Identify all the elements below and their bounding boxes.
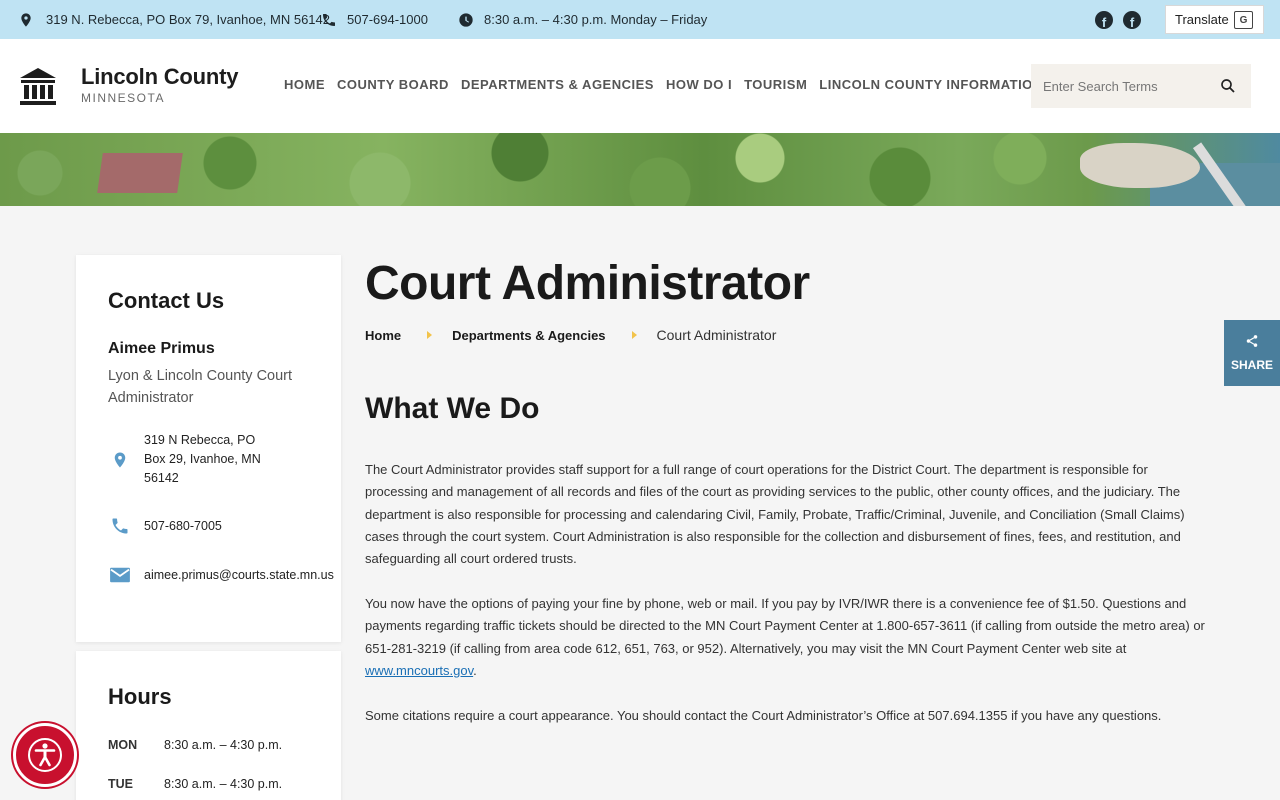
site-logo-subtitle: MINNESOTA: [81, 91, 165, 105]
topbar-address: 319 N. Rebecca, PO Box 79, Ivanhoe, MN 5…: [18, 0, 330, 39]
nav-tourism[interactable]: TOURISM: [744, 77, 807, 92]
topbar-hours: 8:30 a.m. – 4:30 p.m. Monday – Friday: [458, 0, 707, 39]
map-pin-icon: [21, 12, 31, 27]
main-nav: HOME COUNTY BOARD DEPARTMENTS & AGENCIES…: [284, 77, 1055, 92]
hours-card: Hours MON 8:30 a.m. – 4:30 p.m. TUE 8:30…: [76, 651, 341, 800]
paragraph-payment: You now have the options of paying your …: [365, 593, 1205, 682]
accessibility-icon: [28, 738, 62, 772]
banner-rocks: [1080, 143, 1200, 188]
topbar-phone-text[interactable]: 507-694-1000: [347, 12, 428, 27]
phone-icon: [323, 13, 335, 26]
contact-address: 319 N Rebecca, PO Box 29, Ivanhoe, MN 56…: [108, 431, 274, 488]
contact-phone[interactable]: 507-680-7005: [108, 514, 222, 538]
facebook-icon[interactable]: f: [1095, 11, 1113, 29]
site-header: Lincoln County MINNESOTA HOME COUNTY BOA…: [0, 39, 1280, 133]
contact-card: Contact Us Aimee Primus Lyon & Lincoln C…: [76, 255, 341, 642]
breadcrumb-separator-icon: [631, 331, 637, 339]
top-info-bar: 319 N. Rebecca, PO Box 79, Ivanhoe, MN 5…: [0, 0, 1280, 39]
page-title: Court Administrator: [365, 257, 810, 310]
share-button[interactable]: SHARE: [1224, 320, 1280, 386]
nav-county-information[interactable]: LINCOLN COUNTY INFORMATION: [819, 77, 1042, 92]
contact-email[interactable]: aimee.primus@courts.state.mn.us: [108, 563, 334, 587]
breadcrumb-home[interactable]: Home: [365, 328, 401, 343]
contact-address-text: 319 N Rebecca, PO Box 29, Ivanhoe, MN 56…: [144, 433, 261, 485]
hero-banner-image: [0, 133, 1280, 206]
hours-row: MON 8:30 a.m. – 4:30 p.m.: [108, 738, 282, 752]
topbar-phone[interactable]: 507-694-1000: [321, 0, 428, 39]
hours-heading: Hours: [108, 684, 172, 709]
hours-day: MON: [108, 738, 138, 752]
breadcrumb-separator-icon: [427, 331, 433, 339]
share-icon: [1246, 335, 1258, 347]
banner-roof: [97, 153, 183, 193]
courthouse-logo-icon[interactable]: [18, 66, 58, 106]
contact-phone-text[interactable]: 507-680-7005: [144, 517, 222, 536]
contact-email-text[interactable]: aimee.primus@courts.state.mn.us: [144, 566, 334, 585]
hours-row: TUE 8:30 a.m. – 4:30 p.m.: [108, 777, 282, 791]
contact-heading: Contact Us: [108, 288, 225, 313]
topbar-address-text: 319 N. Rebecca, PO Box 79, Ivanhoe, MN 5…: [46, 12, 331, 27]
facebook-icon[interactable]: f: [1123, 11, 1141, 29]
topbar-hours-text: 8:30 a.m. – 4:30 p.m. Monday – Friday: [484, 12, 708, 27]
paragraph-payment-end: .: [473, 662, 477, 678]
nav-departments-agencies[interactable]: DEPARTMENTS & AGENCIES: [461, 77, 654, 92]
nav-how-do-i[interactable]: HOW DO I: [666, 77, 732, 92]
hours-day: TUE: [108, 777, 133, 791]
share-label: SHARE: [1230, 358, 1273, 372]
paragraph-payment-text: You now have the options of paying your …: [365, 596, 1205, 656]
google-translate-icon: G: [1234, 11, 1253, 29]
accessibility-button[interactable]: [13, 723, 77, 787]
phone-icon: [108, 514, 132, 538]
breadcrumb-current: Court Administrator: [656, 327, 777, 343]
hours-time: 8:30 a.m. – 4:30 p.m.: [164, 738, 283, 752]
search-box: [1031, 64, 1251, 108]
hours-time: 8:30 a.m. – 4:30 p.m.: [164, 777, 283, 791]
translate-label: Translate: [1175, 12, 1229, 27]
search-icon[interactable]: [1219, 77, 1237, 95]
paragraph-services: The Court Administrator provides staff s…: [365, 462, 1185, 567]
breadcrumb: Home Departments & Agencies Court Admini…: [365, 327, 776, 343]
contact-name: Aimee Primus: [108, 340, 215, 357]
search-input[interactable]: [1031, 78, 1211, 94]
nav-county-board[interactable]: COUNTY BOARD: [337, 77, 449, 92]
section-title: What We Do: [365, 392, 540, 425]
contact-title: Lyon & Lincoln County Court Administrato…: [108, 368, 293, 406]
translate-button[interactable]: Translate G: [1165, 5, 1264, 34]
mncourts-link[interactable]: www.mncourts.gov: [365, 663, 473, 678]
breadcrumb-departments[interactable]: Departments & Agencies: [452, 328, 605, 343]
email-icon: [108, 563, 132, 587]
site-logo-title[interactable]: Lincoln County: [81, 64, 238, 90]
map-pin-icon: [108, 448, 132, 472]
clock-icon: [459, 12, 473, 27]
paragraph-citations: Some citations require a court appearanc…: [365, 708, 1162, 723]
nav-home[interactable]: HOME: [284, 77, 325, 92]
